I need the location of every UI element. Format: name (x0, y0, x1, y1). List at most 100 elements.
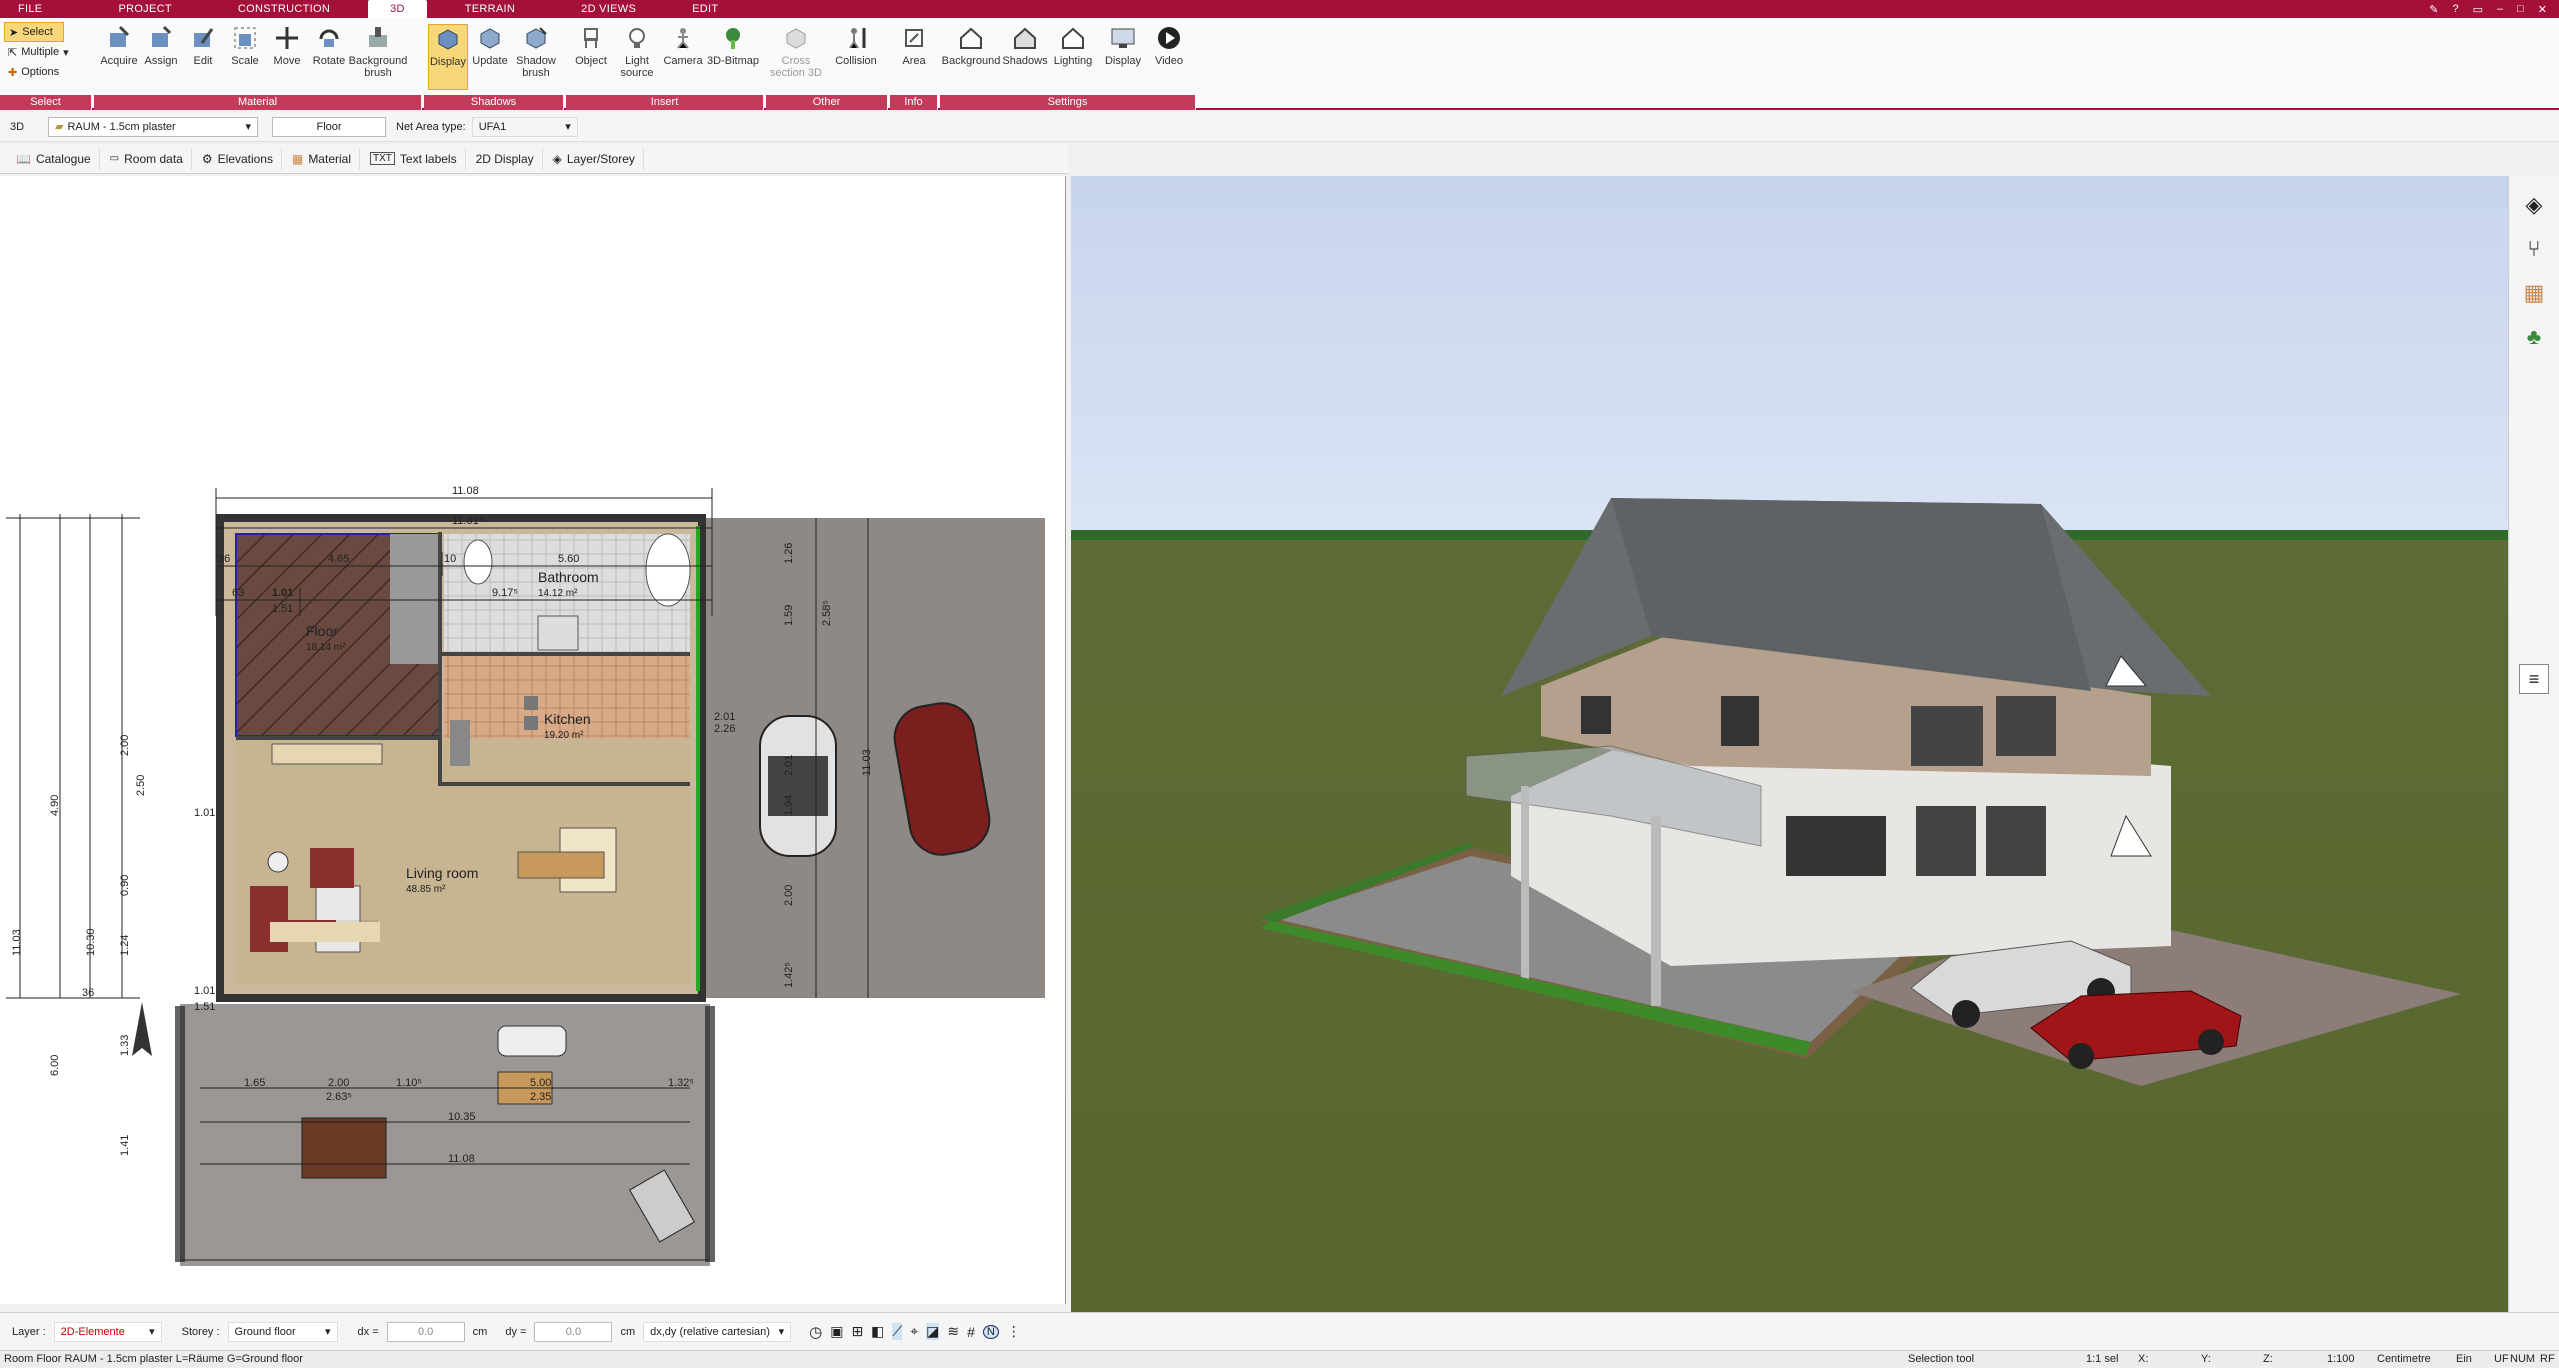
update-shadows-button[interactable]: Update (470, 24, 510, 90)
chevron-down-icon: ▾ (325, 1326, 331, 1338)
cube-icon (434, 25, 462, 53)
cross-section-icon (782, 24, 810, 52)
svg-text:11.08: 11.08 (448, 1153, 475, 1165)
shadow-brush-button[interactable]: Shadow brush (512, 24, 560, 90)
dx-label: dx = (357, 1325, 379, 1338)
collision-button[interactable]: Collision (828, 24, 884, 90)
restore-icon[interactable]: ▭ (2473, 3, 2483, 16)
coordinate-mode-combo[interactable]: dx,dy (relative cartesian) ▾ (643, 1321, 792, 1342)
net-area-combo[interactable]: UFA1 ▾ (471, 116, 578, 137)
svg-text:1.01: 1.01 (194, 985, 215, 997)
svg-text:1.24: 1.24 (119, 935, 131, 956)
status-selection: 1:1 sel (2086, 1353, 2119, 1365)
edit-material-button[interactable]: Edit (180, 24, 226, 90)
elevations-button[interactable]: ⚙ Elevations (194, 147, 282, 170)
status-tool: Selection tool (1908, 1353, 1975, 1365)
close-icon[interactable]: ✕ (2538, 3, 2547, 16)
panel-toggle-button[interactable]: ≡ (2519, 664, 2549, 694)
terrace-paving (180, 1004, 710, 1266)
rotate-button[interactable]: Rotate (306, 24, 352, 90)
dx-input[interactable]: 0.0 (386, 1321, 465, 1342)
assign-button[interactable]: Assign (138, 24, 184, 90)
layer-combo[interactable]: 2D-Elemente ▾ (53, 1321, 162, 1342)
room-name-field[interactable]: Floor (272, 116, 386, 137)
cross-section-3d-button[interactable]: Cross section 3D (770, 24, 822, 90)
plants-panel-button[interactable]: ♣ (2519, 322, 2549, 352)
dim-floor-width: 4.65 (328, 553, 349, 565)
scale-button[interactable]: Scale (222, 24, 268, 90)
svg-text:1.26: 1.26 (783, 543, 795, 564)
light-source-button[interactable]: Light source (614, 24, 660, 90)
other-group: Cross section 3D Collision Other (766, 18, 888, 110)
svg-text:1.41: 1.41 (119, 1135, 131, 1156)
tab-edit[interactable]: EDIT (674, 0, 736, 18)
snap-point-icon[interactable]: ◧ (871, 1323, 884, 1340)
catalogue-button[interactable]: 📖 Catalogue (8, 147, 100, 170)
chevron-down-icon: ▾ (565, 121, 571, 133)
camera-person-icon (669, 24, 697, 52)
lighting-settings-button[interactable]: Lighting (1048, 24, 1098, 90)
floor-plan-drawing: 11.08 11.01⁵ 4.65 5.60 9.17⁵ 1.01 1.51 3… (6, 485, 1045, 1266)
svg-text:1.42⁵: 1.42⁵ (783, 962, 795, 988)
window-controls: ✎ ? ▭ – □ ✕ (2429, 0, 2559, 18)
dim-small: 63 (232, 587, 244, 599)
multiple-button[interactable]: ⇱ Multiple ▾ (4, 42, 84, 62)
display-settings-button[interactable]: Display (1100, 24, 1146, 90)
more-icon[interactable]: ⋮ (1007, 1323, 1021, 1340)
snap-grid-icon[interactable]: ▣ (830, 1323, 843, 1340)
select-button[interactable]: ➤ Select (4, 22, 64, 42)
shadows-settings-button[interactable]: Shadows (1002, 24, 1048, 90)
3d-bitmap-button[interactable]: 3D-Bitmap (706, 24, 760, 90)
tab-construction[interactable]: CONSTRUCTION (220, 0, 348, 18)
floor-plan-view[interactable]: 11.08 11.01⁵ 4.65 5.60 9.17⁵ 1.01 1.51 3… (0, 176, 1066, 1304)
status-z: Z: (2263, 1353, 2273, 1365)
tab-terrain[interactable]: TERRAIN (447, 0, 533, 18)
area-button[interactable]: Area (892, 24, 936, 90)
3d-view[interactable] (1071, 176, 2508, 1312)
background-brush-button[interactable]: Background brush (349, 24, 407, 90)
tab-2d-views[interactable]: 2D VIEWS (563, 0, 654, 18)
minimize-icon[interactable]: – (2497, 3, 2503, 15)
dy-input[interactable]: 0.0 (534, 1321, 613, 1342)
svg-text:4.90: 4.90 (49, 795, 61, 816)
video-button[interactable]: Video (1146, 24, 1192, 90)
acquire-button[interactable]: Acquire (96, 24, 142, 90)
2d-display-button[interactable]: 2D Display (468, 147, 543, 170)
display-shadows-button[interactable]: Display (428, 24, 468, 90)
options-button[interactable]: ✚ Options (4, 62, 84, 82)
svg-text:10.30: 10.30 (85, 928, 97, 956)
furniture-panel-button[interactable]: ⑂ (2519, 234, 2549, 264)
help-icon[interactable]: ? (2452, 3, 2458, 15)
tab-project[interactable]: PROJECT (100, 0, 189, 18)
clock-icon[interactable]: ◷ (809, 1323, 822, 1341)
text-labels-button[interactable]: TXT Text labels (362, 147, 466, 170)
north-arrow-icon (132, 1002, 152, 1056)
snap-angle-icon[interactable]: ⌖ (910, 1323, 918, 1340)
north-icon[interactable]: N (982, 1324, 999, 1339)
snap-line-icon[interactable]: ⟋ (892, 1323, 903, 1340)
move-button[interactable]: Move (264, 24, 310, 90)
tab-3d[interactable]: 3D (368, 0, 427, 18)
layers-icon: ◈ (2525, 192, 2543, 217)
layers-panel-button[interactable]: ◈ (2519, 190, 2549, 220)
snap-midpoint-icon[interactable]: ≋ (947, 1323, 959, 1340)
camera-button[interactable]: Camera (660, 24, 706, 90)
background-settings-button[interactable]: Background (942, 24, 1000, 90)
tools-icon[interactable]: ✎ (2429, 3, 2438, 16)
material-button[interactable]: ▦ Material (284, 147, 360, 170)
materials-panel-button[interactable]: ▦ (2519, 278, 2549, 308)
maximize-icon[interactable]: □ (2517, 3, 2524, 15)
snap-object-icon[interactable]: ⊞ (851, 1323, 863, 1340)
status-bar: Room Floor RAUM - 1.5cm plaster L=Räume … (0, 1350, 2559, 1367)
storey-combo[interactable]: Ground floor ▾ (227, 1321, 338, 1342)
layer-storey-button[interactable]: ◈ Layer/Storey (545, 147, 644, 170)
object-button[interactable]: Object (568, 24, 614, 90)
tab-file[interactable]: FILE (0, 0, 60, 18)
status-y: Y: (2201, 1353, 2211, 1365)
folder-icon: ▰ (55, 121, 64, 133)
room-data-button[interactable]: ▭ Room data (102, 147, 192, 170)
living-room[interactable] (236, 738, 690, 984)
material-combo[interactable]: ▰ RAUM - 1.5cm plaster ▾ (48, 116, 258, 137)
snap-perpendicular-icon[interactable]: ◪ (926, 1323, 940, 1340)
grid-icon[interactable]: # (967, 1324, 975, 1340)
